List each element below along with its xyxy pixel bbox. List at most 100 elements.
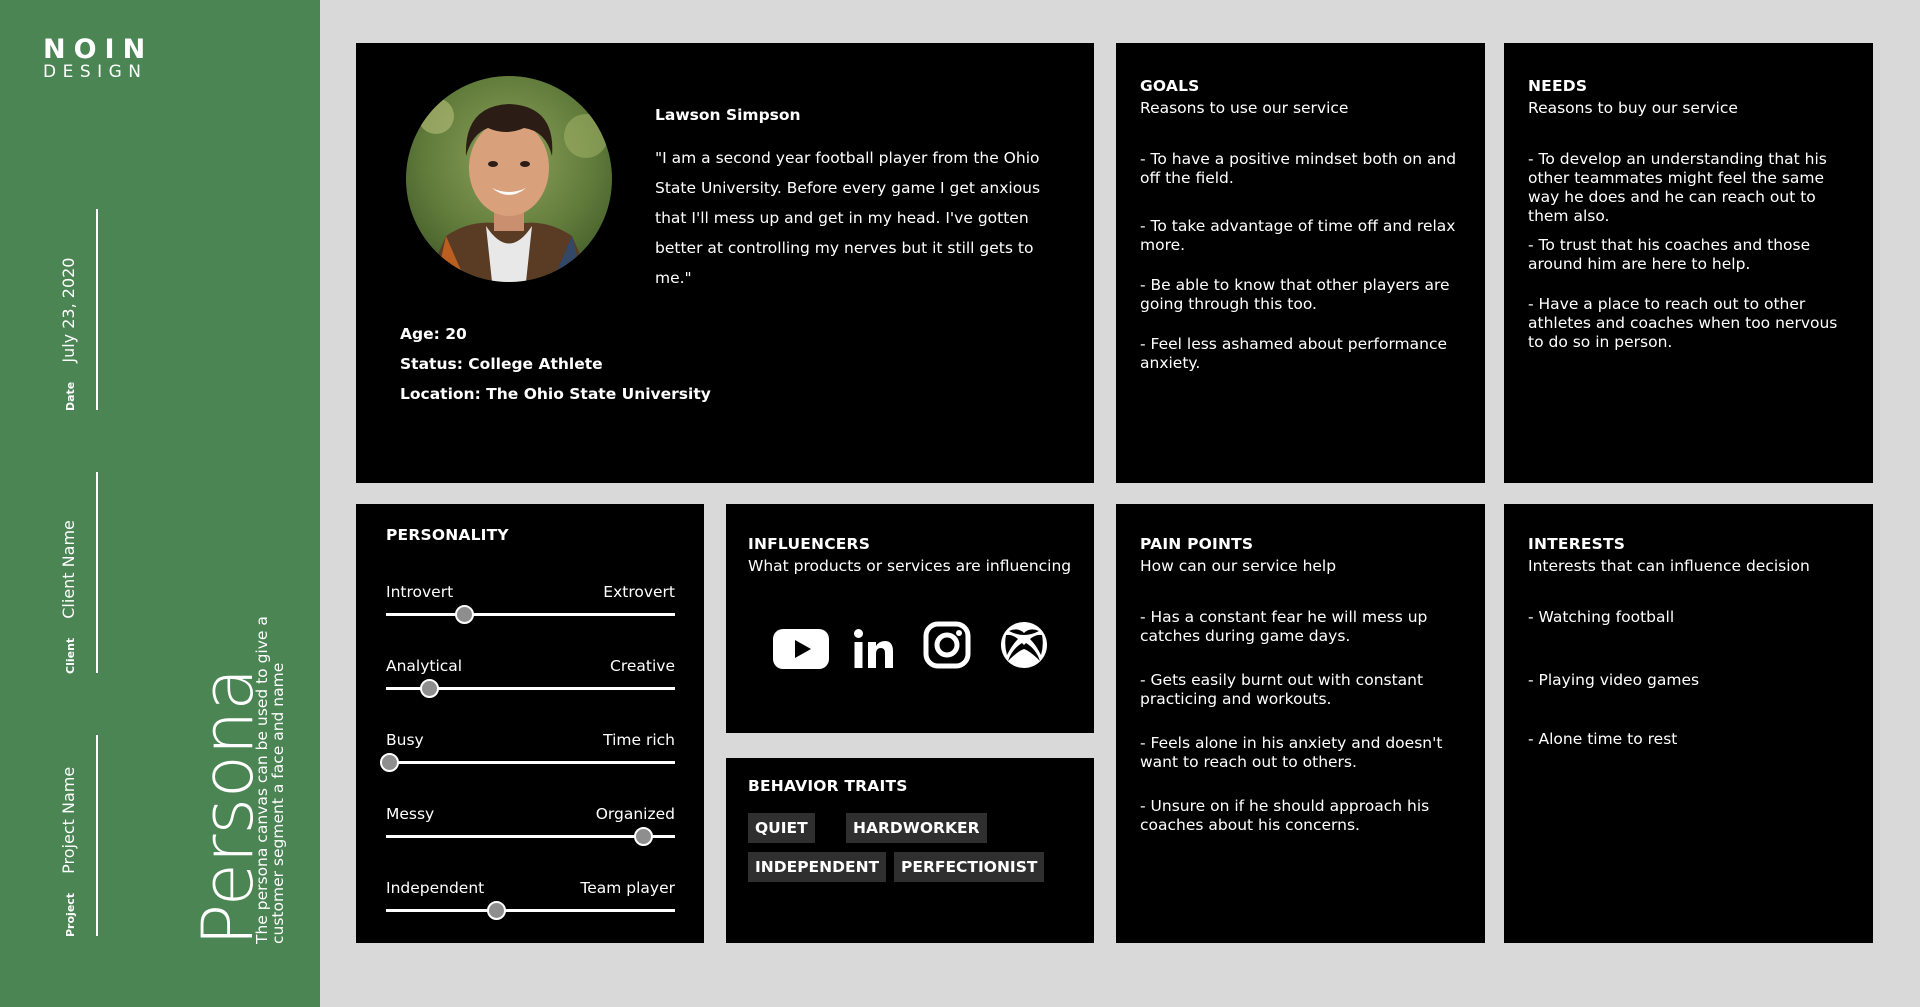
date-label: Date: [64, 381, 77, 411]
client-field: Client Client Name: [59, 520, 78, 674]
project-label: Project: [64, 892, 77, 937]
influencer-icons: [766, 621, 1056, 671]
persona-facts: Age: 20 Status: College Athlete Location…: [400, 319, 711, 409]
tag-perfectionist: PERFECTIONIST: [894, 852, 1045, 882]
persona-quote: "I am a second year football player from…: [655, 149, 1041, 287]
slider-left-label: Introvert: [386, 583, 454, 601]
instagram-icon: [923, 621, 971, 673]
persona-location: Location: The Ohio State University: [400, 385, 711, 403]
slider-labels: Busy Time rich: [386, 731, 675, 749]
list-item: - Alone time to rest: [1528, 730, 1678, 748]
slider-track[interactable]: [386, 835, 675, 838]
slider-track[interactable]: [386, 909, 675, 912]
slider-left-label: Messy: [386, 805, 435, 823]
list-item: - Be able to know that other players are…: [1140, 276, 1450, 313]
slider-right-label: Creative: [610, 657, 675, 675]
tag-hardworker: HARDWORKER: [846, 813, 987, 843]
slider-row: Introvert Extrovert: [386, 583, 675, 624]
goals-title: GOALS: [1140, 77, 1200, 95]
brand-logo: NOIN DESIGN: [43, 36, 153, 81]
slider-knob[interactable]: [486, 901, 506, 920]
slider-labels: Analytical Creative: [386, 657, 675, 675]
project-divider: [96, 735, 98, 936]
interests-list: - Watching football - Playing video game…: [1528, 608, 1849, 749]
list-item: - Playing video games: [1528, 671, 1700, 689]
list-item: - Feel less ashamed about performance an…: [1140, 335, 1448, 372]
slider-left-label: Busy: [386, 731, 424, 749]
slider-labels: Messy Organized: [386, 805, 675, 823]
behavior-title: BEHAVIOR TRAITS: [748, 777, 908, 795]
influencers-subtitle: What products or services are influencin…: [748, 557, 1072, 575]
slider-track[interactable]: [386, 761, 675, 764]
slider-right-label: Time rich: [603, 731, 675, 749]
youtube-icon: [773, 629, 829, 673]
slider-knob[interactable]: [633, 827, 653, 846]
slider-right-label: Extrovert: [603, 583, 675, 601]
slider-right-label: Organized: [595, 805, 675, 823]
persona-age: Age: 20: [400, 325, 467, 343]
personality-title: PERSONALITY: [386, 526, 509, 544]
xbox-icon: [1000, 621, 1048, 673]
slider-knob[interactable]: [379, 753, 399, 772]
slider-row: Analytical Creative: [386, 657, 675, 698]
avatar: [406, 76, 612, 282]
tag-independent: INDEPENDENT: [748, 852, 887, 882]
pain-points-title: PAIN POINTS: [1140, 535, 1254, 553]
list-item: - Gets easily burnt out with constant pr…: [1140, 671, 1424, 708]
project-field: Project Project Name: [59, 767, 78, 937]
needs-title: NEEDS: [1528, 77, 1588, 95]
slider-row: Independent Team player: [386, 879, 675, 920]
slider-left-label: Independent: [386, 879, 485, 897]
profile-card: Lawson Simpson "I am a second year footb…: [356, 43, 1094, 483]
personality-card: PERSONALITY Introvert Extrovert Analytical…: [356, 504, 704, 943]
interests-subtitle: Interests that can influence decision: [1528, 557, 1810, 575]
influencers-card: INFLUENCERS What products or services ar…: [726, 504, 1094, 733]
behavior-card: BEHAVIOR TRAITS QUIET HARDWORKER INDEPEN…: [726, 758, 1094, 943]
date-divider: [96, 209, 98, 410]
goals-subtitle: Reasons to use our service: [1140, 99, 1349, 117]
interests-card: INTERESTS Interests that can influence d…: [1504, 504, 1873, 943]
slider-right-label: Team player: [580, 879, 675, 897]
needs-card: NEEDS Reasons to buy our service - To de…: [1504, 43, 1873, 483]
page-description: The persona canvas can be used to give a…: [253, 616, 287, 944]
client-label: Client: [64, 637, 77, 674]
list-item: - To trust that his coaches and those ar…: [1528, 236, 1811, 273]
list-item: - Has a constant fear he will mess up ca…: [1140, 608, 1428, 645]
client-divider: [96, 472, 98, 673]
slider-track[interactable]: [386, 613, 675, 616]
list-item: - Feels alone in his anxiety and doesn't…: [1140, 734, 1443, 771]
slider-row: Busy Time rich: [379, 731, 675, 772]
needs-subtitle: Reasons to buy our service: [1528, 99, 1738, 117]
slider-left-label: Analytical: [386, 657, 463, 675]
pain-points-list: - Has a constant fear he will mess up ca…: [1140, 608, 1461, 835]
pain-points-subtitle: How can our service help: [1140, 557, 1337, 575]
interests-title: INTERESTS: [1528, 535, 1626, 553]
list-item: - To develop an understanding that his o…: [1528, 150, 1827, 225]
influencers-title: INFLUENCERS: [748, 535, 871, 553]
list-item: - To take advantage of time off and rela…: [1140, 217, 1456, 254]
needs-list: - To develop an understanding that his o…: [1528, 150, 1849, 352]
pain-points-card: PAIN POINTS How can our service help - H…: [1116, 504, 1485, 943]
list-item: - Have a place to reach out to other ath…: [1528, 295, 1838, 351]
project-value: Project Name: [59, 766, 78, 874]
list-item: - Unsure on if he should approach his co…: [1140, 797, 1430, 834]
sidebar: NOIN DESIGN Date July 23, 2020 Client Cl…: [0, 0, 320, 1007]
tag-quiet: QUIET: [748, 813, 815, 843]
client-value: Client Name: [59, 520, 78, 619]
date-field: Date July 23, 2020: [59, 258, 78, 411]
brand-line1: NOIN: [43, 34, 154, 65]
goals-list: - To have a positive mindset both on and…: [1140, 150, 1461, 373]
slider-row: Messy Organized: [386, 805, 675, 846]
slider-knob[interactable]: [454, 605, 474, 624]
slider-labels: Independent Team player: [386, 879, 675, 897]
persona-status: Status: College Athlete: [400, 355, 603, 373]
linkedin-icon: [854, 629, 894, 673]
goals-card: GOALS Reasons to use our service - To ha…: [1116, 43, 1485, 483]
persona-name: Lawson Simpson: [655, 106, 801, 124]
list-item: - Watching football: [1528, 608, 1675, 626]
slider-labels: Introvert Extrovert: [386, 583, 675, 601]
date-value: July 23, 2020: [59, 257, 78, 363]
list-item: - To have a positive mindset both on and…: [1140, 150, 1457, 187]
slider-knob[interactable]: [419, 679, 439, 698]
brand-line2: DESIGN: [43, 62, 148, 82]
